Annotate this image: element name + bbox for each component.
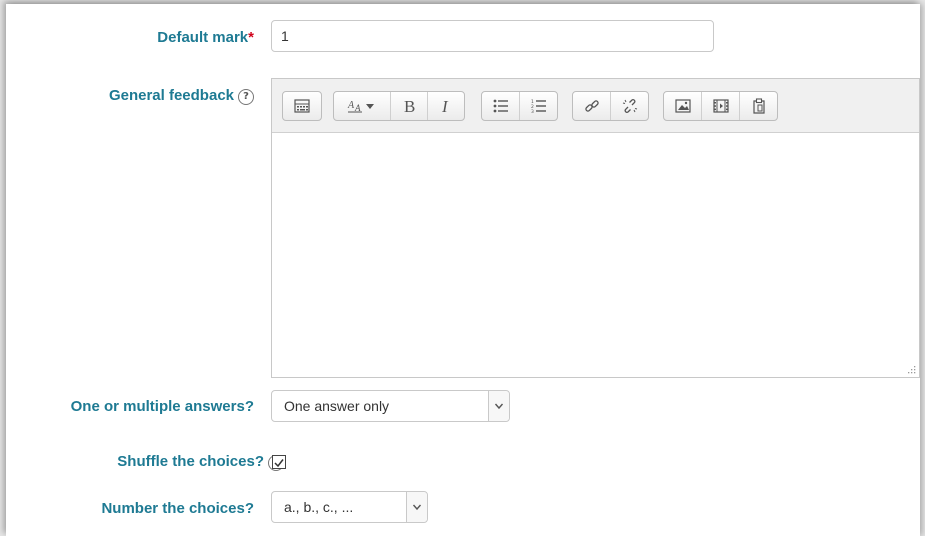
single-answer-value: One answer only <box>284 398 390 414</box>
shuffle-label: Shuffle the choices?? <box>117 453 284 471</box>
media-icon[interactable] <box>702 92 740 120</box>
general-feedback-editor: AA B I 123 <box>271 78 920 378</box>
required-marker: * <box>248 29 254 46</box>
image-icon[interactable] <box>664 92 702 120</box>
bold-icon[interactable]: B <box>391 92 428 120</box>
chevron-down-icon <box>406 492 427 522</box>
paste-icon[interactable] <box>740 92 777 120</box>
ordered-list-icon[interactable]: 123 <box>520 92 557 120</box>
numbering-value: a., b., c., ... <box>284 499 354 515</box>
numbering-label: Number the choices? <box>101 500 254 517</box>
unlink-icon[interactable] <box>611 92 648 120</box>
show-more-buttons-icon[interactable] <box>283 92 321 120</box>
shuffle-checkbox[interactable] <box>272 455 286 469</box>
italic-icon[interactable]: I <box>428 92 464 120</box>
svg-text:I: I <box>441 98 449 114</box>
svg-text:3: 3 <box>531 109 534 113</box>
shuffle-label-text: Shuffle the choices? <box>117 453 264 470</box>
single-answer-label: One or multiple answers? <box>70 398 254 415</box>
link-icon[interactable] <box>573 92 611 120</box>
unordered-list-icon[interactable] <box>482 92 520 120</box>
resize-handle-icon[interactable] <box>908 366 916 374</box>
toolbar-group-lists: 123 <box>481 91 558 121</box>
default-mark-label-text: Default mark <box>157 29 249 46</box>
toolbar-group-format: AA B I <box>333 91 465 121</box>
single-answer-select[interactable]: One answer only <box>271 390 510 422</box>
svg-text:A: A <box>347 100 355 111</box>
svg-text:B: B <box>404 98 415 114</box>
question-circle-icon[interactable]: ? <box>238 89 254 105</box>
checkmark-icon <box>274 459 284 468</box>
general-feedback-label-text: General feedback <box>108 87 234 104</box>
font-size-icon[interactable]: AA <box>334 92 391 120</box>
default-mark-input[interactable]: 1 <box>271 20 714 52</box>
toolbar-group-links <box>572 91 649 121</box>
numbering-select[interactable]: a., b., c., ... <box>271 491 428 523</box>
toolbar-group-insert <box>663 91 778 121</box>
chevron-down-icon <box>488 391 509 421</box>
general-feedback-label: General feedback? <box>109 87 254 105</box>
toolbar-group-more <box>282 91 322 121</box>
default-mark-value: 1 <box>281 28 289 44</box>
editor-toolbar: AA B I 123 <box>272 79 919 133</box>
default-mark-label: Default mark* <box>157 29 254 46</box>
